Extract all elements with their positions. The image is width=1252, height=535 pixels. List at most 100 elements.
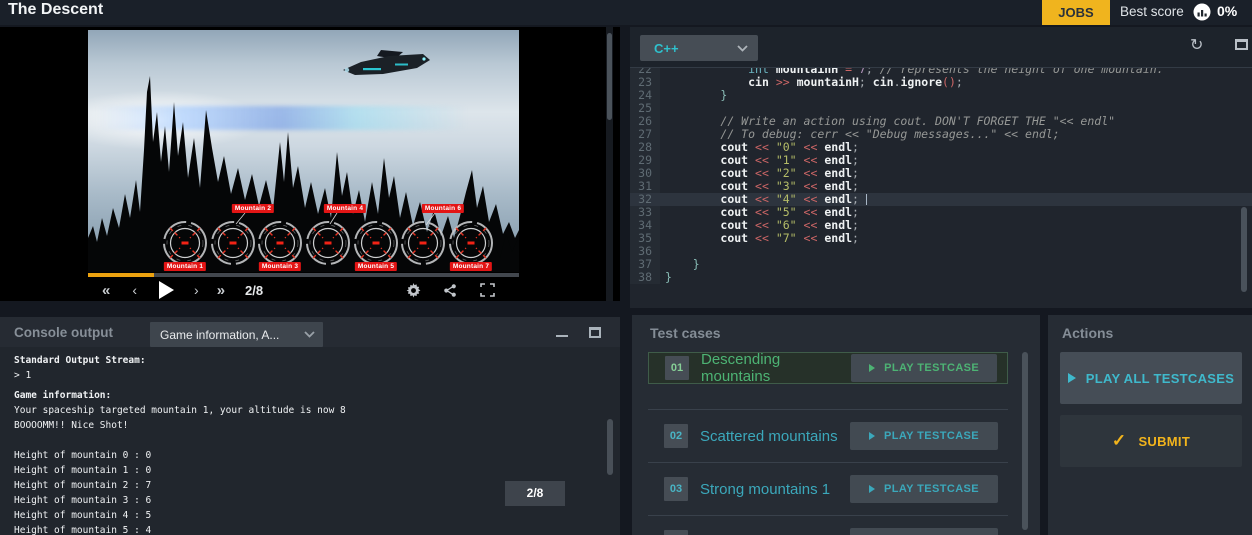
settings-gear-icon[interactable] (406, 282, 421, 298)
testcase-name: Strong mountains 1 (700, 480, 831, 498)
testcase-number: 02 (664, 424, 688, 448)
mountains-silhouette (88, 76, 519, 272)
rewind-button[interactable]: « (102, 282, 110, 299)
best-score-value: 0% (1217, 3, 1238, 19)
play-icon (869, 364, 876, 372)
target-reticle (354, 221, 398, 265)
console-title: Console output (14, 325, 113, 340)
target-reticle (306, 221, 350, 265)
actions-title: Actions (1062, 325, 1114, 341)
console-minimize-icon[interactable] (556, 335, 568, 337)
target-reticle (449, 221, 493, 265)
test-cases-panel: Test cases 01 Descending mountains PLAY TE… (632, 315, 1040, 535)
spaceship (343, 50, 430, 75)
console-filter-value: Game information, A... (160, 327, 280, 342)
editor-scrollbar[interactable] (1241, 207, 1247, 292)
console-line: Height of mountain 1 : 0 (14, 465, 152, 476)
target-reticle (401, 221, 445, 265)
code-line: 37 } (630, 258, 1252, 271)
mountain-label: Mountain 3 (258, 262, 302, 271)
code-editor[interactable]: 22 int mountainH = 7; // represents the … (630, 68, 1252, 308)
play-testcase-button[interactable]: PLAY TESTCASE (850, 422, 998, 450)
top-bar: The Descent JOBS Best score 0% (0, 0, 1252, 25)
page-title: The Descent (8, 1, 104, 18)
mountain-label: Mountain 2 (231, 204, 275, 213)
target-reticle (211, 221, 255, 265)
testcase-number: 01 (665, 356, 689, 380)
play-button[interactable] (159, 281, 175, 299)
share-icon[interactable] (443, 283, 458, 298)
testcase-name: Scattered mountains (700, 427, 838, 445)
mountain-label: Mountain 4 (323, 204, 367, 213)
chevron-down-icon (304, 331, 315, 338)
console-scrollbar[interactable] (607, 387, 613, 535)
mountain-label: Mountain 6 (421, 204, 465, 213)
console-line: > 1 (14, 370, 32, 381)
testcase-row[interactable]: PLAY TESTCASE (632, 516, 1024, 535)
mountain-label: Mountain 7 (449, 262, 493, 271)
console-line: Game information: (14, 390, 112, 401)
console-line: Standard Output Stream: (14, 355, 146, 366)
play-all-testcases-button[interactable]: PLAY ALL TESTCASES (1060, 352, 1242, 404)
next-frame-button[interactable]: › (194, 282, 199, 298)
play-testcase-button[interactable]: PLAY TESTCASE (850, 528, 998, 535)
console-output-panel: Console output Game information, A... St… (0, 317, 620, 535)
text-cursor (865, 194, 867, 205)
language-select[interactable]: C++ (640, 35, 758, 61)
console-maximize-icon[interactable] (589, 327, 601, 338)
console-frame-badge: 2/8 (505, 481, 565, 506)
submit-button[interactable]: ✓ SUBMIT (1060, 415, 1242, 467)
mountain-label: Mountain 5 (354, 262, 398, 271)
previous-frame-button[interactable]: ‹ (132, 282, 137, 298)
code-line: 35 cout << "7" << endl; (630, 232, 1252, 245)
testcase-row[interactable]: 03 Strong mountains 1 PLAY TESTCASE (632, 463, 1024, 515)
target-reticle (163, 221, 207, 265)
target-reticle (258, 221, 302, 265)
check-icon: ✓ (1111, 431, 1127, 450)
playback-controls: « ‹ › » 2/8 (88, 279, 519, 301)
console-line: Height of mountain 5 : 4 (14, 525, 152, 535)
viewer-scrollbar[interactable] (606, 27, 613, 301)
progress-fill (88, 273, 154, 277)
testcase-number (664, 530, 688, 535)
game-scene: Mountain 1 Mountain 2 Mountain 3 Mountain 4… (88, 30, 519, 272)
code-line: 36 (630, 245, 1252, 258)
jobs-button[interactable]: JOBS (1042, 0, 1110, 25)
code-editor-panel: C++ ↻ 22 int mountainH = 7; // represent… (630, 27, 1252, 308)
score-chart-icon (1193, 3, 1211, 21)
frame-counter: 2/8 (245, 282, 264, 298)
game-viewer-panel: Mountain 1 Mountain 2 Mountain 3 Mountain 4… (0, 27, 620, 301)
code-line: 38} (630, 271, 1252, 284)
mountain-label: Mountain 1 (163, 262, 207, 271)
chevron-down-icon (737, 44, 748, 52)
testcase-number: 03 (664, 477, 688, 501)
app-window: The Descent JOBS Best score 0% Mountain … (0, 0, 1252, 535)
playback-progress-bar[interactable] (88, 273, 519, 277)
testcase-row[interactable]: 02 Scattered mountains PLAY TESTCASE (632, 410, 1024, 462)
play-icon (868, 485, 875, 493)
testcases-scrollbar[interactable] (1022, 352, 1029, 535)
testcase-row[interactable]: 01 Descending mountains PLAY TESTCASE (648, 351, 1008, 385)
play-icon (868, 432, 875, 440)
scene-graphics (88, 50, 519, 272)
best-score-label: Best score (1120, 4, 1184, 19)
fullscreen-icon[interactable] (480, 283, 495, 297)
play-testcase-button[interactable]: PLAY TESTCASE (851, 354, 997, 382)
testcase-name: Descending mountains (701, 351, 781, 385)
fast-forward-button[interactable]: » (217, 282, 225, 299)
code-line: 24 } (630, 89, 1252, 102)
language-label: C++ (654, 40, 679, 56)
console-line: Height of mountain 4 : 5 (14, 510, 152, 521)
play-testcase-button[interactable]: PLAY TESTCASE (850, 475, 998, 503)
play-icon (1067, 373, 1076, 383)
test-cases-title: Test cases (650, 325, 721, 341)
editor-header: C++ ↻ (630, 27, 1252, 68)
console-line: BOOOOMM!! Nice Shot! (14, 420, 129, 431)
console-body: Standard Output Stream: > 1 Game informati… (0, 347, 620, 535)
actions-panel: Actions PLAY ALL TESTCASES ✓ SUBMIT (1048, 315, 1252, 535)
console-line: Height of mountain 0 : 0 (14, 450, 152, 461)
editor-maximize-icon[interactable] (1235, 39, 1248, 50)
reload-icon[interactable]: ↻ (1190, 35, 1203, 55)
console-filter-select[interactable]: Game information, A... (150, 322, 323, 347)
